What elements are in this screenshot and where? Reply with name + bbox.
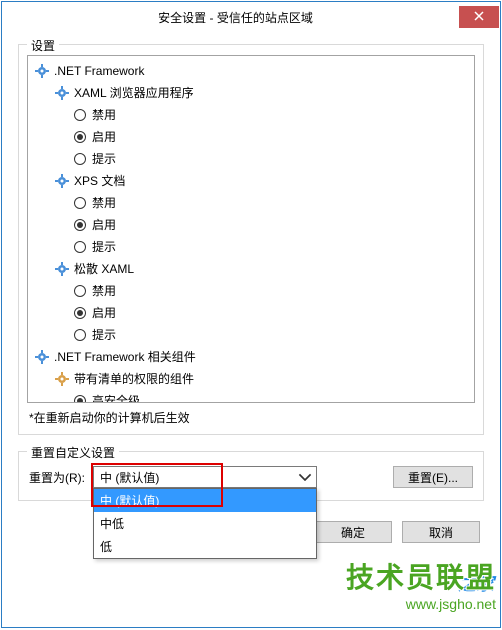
gear-icon	[34, 349, 50, 365]
tree-label: XAML 浏览器应用程序	[74, 84, 194, 102]
radio-option-disable[interactable]: 禁用	[30, 280, 472, 302]
tree-label: .NET Framework	[54, 62, 144, 80]
restart-note: *在重新启动你的计算机后生效	[29, 409, 475, 426]
radio-option-disable[interactable]: 禁用	[30, 192, 472, 214]
tree-category-net-framework[interactable]: .NET Framework	[30, 60, 472, 82]
radio-label: 禁用	[92, 194, 116, 212]
dropdown-option[interactable]: 低	[94, 535, 316, 558]
radio-icon	[74, 241, 86, 253]
reset-legend: 重置自定义设置	[27, 444, 119, 461]
close-button[interactable]	[459, 6, 499, 28]
dialog-window: 安全设置 - 受信任的站点区域 设置 .NET Framework	[1, 1, 501, 628]
radio-option-high-security[interactable]: 高安全级	[30, 390, 472, 403]
radio-label: 禁用	[92, 106, 116, 124]
reset-fieldset: 重置自定义设置 重置为(R): 中 (默认值) 中 (默认值) 中低 低	[18, 451, 484, 501]
radio-label: 启用	[92, 304, 116, 322]
watermark-suffix: 之家	[458, 570, 494, 596]
gear-icon	[34, 63, 50, 79]
radio-option-prompt[interactable]: 提示	[30, 236, 472, 258]
radio-icon	[74, 197, 86, 209]
reset-label: 重置为(R):	[29, 469, 85, 486]
reset-row: 重置为(R): 中 (默认值) 中 (默认值) 中低 低	[29, 466, 473, 488]
gear-icon	[54, 85, 70, 101]
tree-label: XPS 文档	[74, 172, 125, 190]
close-icon	[474, 10, 484, 24]
radio-icon	[74, 219, 86, 231]
reset-button[interactable]: 重置(E)...	[393, 466, 473, 488]
radio-icon	[74, 307, 86, 319]
chevron-down-icon	[298, 470, 312, 484]
dropdown-option[interactable]: 中低	[94, 512, 316, 535]
radio-option-enable[interactable]: 启用	[30, 214, 472, 236]
radio-icon	[74, 285, 86, 297]
radio-icon	[74, 131, 86, 143]
radio-icon	[74, 395, 86, 403]
radio-label: 启用	[92, 216, 116, 234]
radio-label: 提示	[92, 238, 116, 256]
settings-fieldset: 设置 .NET Framework XAML 浏览器应用程序 禁用 启用 提示	[18, 44, 484, 435]
radio-icon	[74, 329, 86, 341]
radio-option-enable[interactable]: 启用	[30, 126, 472, 148]
tree-category-net-components[interactable]: .NET Framework 相关组件	[30, 346, 472, 368]
tree-category-xps-docs[interactable]: XPS 文档	[30, 170, 472, 192]
titlebar: 安全设置 - 受信任的站点区域	[2, 2, 500, 32]
reset-combo-wrap: 中 (默认值) 中 (默认值) 中低 低	[93, 466, 317, 488]
tree-label: 带有清单的权限的组件	[74, 370, 194, 388]
tree-category-xaml-browser[interactable]: XAML 浏览器应用程序	[30, 82, 472, 104]
radio-option-prompt[interactable]: 提示	[30, 148, 472, 170]
combo-value: 中 (默认值)	[100, 469, 159, 486]
gear-icon	[54, 173, 70, 189]
gear-icon	[54, 371, 70, 387]
gear-icon	[54, 261, 70, 277]
dropdown-option[interactable]: 中 (默认值)	[94, 489, 316, 512]
radio-label: 高安全级	[92, 392, 140, 403]
reset-dropdown: 中 (默认值) 中低 低	[93, 488, 317, 559]
reset-combobox[interactable]: 中 (默认值)	[93, 466, 317, 488]
radio-label: 提示	[92, 150, 116, 168]
tree-category-manifest[interactable]: 带有清单的权限的组件	[30, 368, 472, 390]
settings-tree[interactable]: .NET Framework XAML 浏览器应用程序 禁用 启用 提示 XPS…	[27, 55, 475, 403]
tree-label: .NET Framework 相关组件	[54, 348, 196, 366]
radio-option-enable[interactable]: 启用	[30, 302, 472, 324]
radio-option-disable[interactable]: 禁用	[30, 104, 472, 126]
radio-icon	[74, 153, 86, 165]
tree-category-loose-xaml[interactable]: 松散 XAML	[30, 258, 472, 280]
radio-label: 禁用	[92, 282, 116, 300]
radio-label: 提示	[92, 326, 116, 344]
window-title: 安全设置 - 受信任的站点区域	[12, 9, 459, 26]
settings-legend: 设置	[27, 37, 59, 54]
radio-icon	[74, 109, 86, 121]
ok-button[interactable]: 确定	[314, 521, 392, 543]
cancel-button[interactable]: 取消	[402, 521, 480, 543]
tree-label: 松散 XAML	[74, 260, 134, 278]
radio-option-prompt[interactable]: 提示	[30, 324, 472, 346]
dialog-content: 设置 .NET Framework XAML 浏览器应用程序 禁用 启用 提示	[2, 32, 500, 627]
radio-label: 启用	[92, 128, 116, 146]
